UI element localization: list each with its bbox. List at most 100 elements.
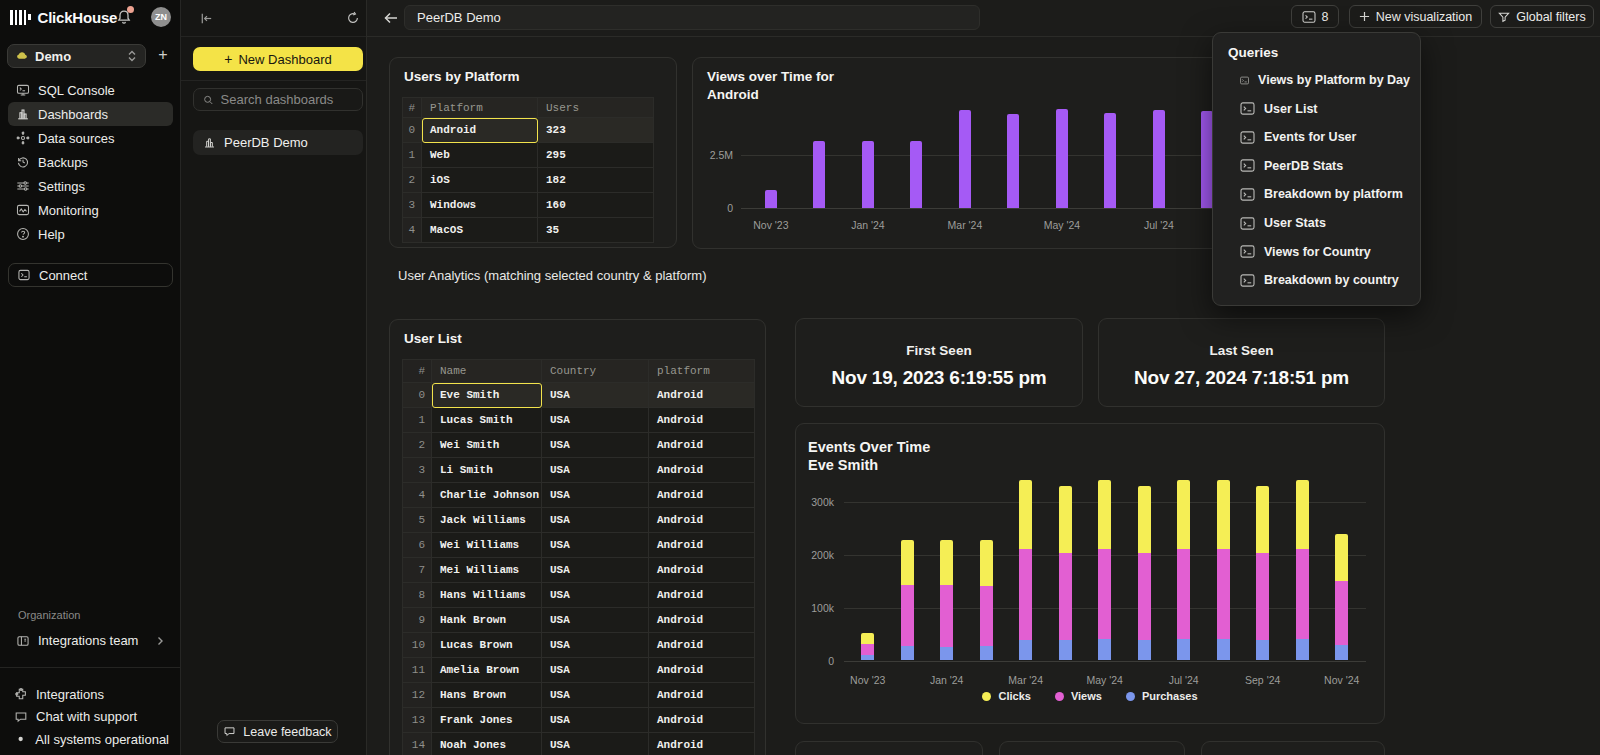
new-visualization-button[interactable]: New visualization bbox=[1349, 5, 1482, 28]
global-filters-button[interactable]: Global filters bbox=[1490, 5, 1594, 28]
sidebar-item-chat-support[interactable]: Chat with support bbox=[8, 706, 175, 729]
queries-menu-item[interactable]: Views by Platform by Day bbox=[1213, 66, 1420, 94]
table-cell[interactable]: Android bbox=[649, 533, 755, 558]
table-cell[interactable]: 3 bbox=[402, 458, 432, 483]
table-cell[interactable]: 1 bbox=[402, 143, 422, 168]
table-cell[interactable]: 7 bbox=[402, 558, 432, 583]
queries-count-button[interactable]: 8 bbox=[1291, 5, 1339, 28]
organization-team-item[interactable]: Integrations team bbox=[8, 629, 173, 652]
sidebar-item-system-status[interactable]: All systems operational bbox=[8, 728, 175, 751]
queries-menu-item[interactable]: Breakdown by country bbox=[1213, 266, 1420, 294]
add-workspace-button[interactable]: + bbox=[153, 45, 173, 65]
table-cell[interactable]: USA bbox=[542, 408, 649, 433]
table-cell[interactable]: Frank Jones bbox=[432, 708, 542, 733]
table-cell[interactable]: Android bbox=[649, 483, 755, 508]
table-cell[interactable]: Android bbox=[649, 683, 755, 708]
table-cell[interactable]: USA bbox=[542, 458, 649, 483]
table-cell[interactable]: 9 bbox=[402, 608, 432, 633]
table-cell[interactable]: 0 bbox=[402, 118, 422, 143]
sidebar-item-integrations[interactable]: Integrations bbox=[8, 683, 175, 706]
table-cell[interactable]: USA bbox=[542, 633, 649, 658]
table-cell[interactable]: 10 bbox=[402, 633, 432, 658]
table-cell[interactable]: Wei Williams bbox=[432, 533, 542, 558]
leave-feedback-button[interactable]: Leave feedback bbox=[217, 720, 338, 743]
table-cell[interactable]: USA bbox=[542, 533, 649, 558]
search-dashboards-input[interactable] bbox=[221, 92, 353, 107]
table-cell[interactable]: Wei Smith bbox=[432, 433, 542, 458]
table-cell[interactable]: MacOS bbox=[422, 218, 538, 243]
table-cell[interactable]: Android bbox=[649, 708, 755, 733]
table-cell[interactable]: Android bbox=[649, 558, 755, 583]
table-cell[interactable]: 2 bbox=[402, 168, 422, 193]
table-cell[interactable]: Amelia Brown bbox=[432, 658, 542, 683]
table-cell[interactable]: 4 bbox=[402, 483, 432, 508]
table-cell[interactable]: Lucas Smith bbox=[432, 408, 542, 433]
table-cell[interactable]: USA bbox=[542, 558, 649, 583]
dashboard-title-input[interactable] bbox=[404, 5, 980, 30]
table-cell[interactable]: Windows bbox=[422, 193, 538, 218]
table-cell[interactable]: 8 bbox=[402, 583, 432, 608]
table-cell[interactable]: Hank Brown bbox=[432, 608, 542, 633]
table-cell[interactable]: Android bbox=[649, 658, 755, 683]
table-cell[interactable]: Hans Brown bbox=[432, 683, 542, 708]
queries-menu-item[interactable]: Views for Country bbox=[1213, 238, 1420, 266]
sidebar-item-sql-console[interactable]: SQL Console bbox=[8, 78, 173, 102]
sidebar-item-settings[interactable]: Settings bbox=[8, 174, 173, 198]
table-cell[interactable]: 160 bbox=[538, 193, 654, 218]
table-cell[interactable]: 6 bbox=[402, 533, 432, 558]
table-cell[interactable]: 3 bbox=[402, 193, 422, 218]
table-cell[interactable]: USA bbox=[542, 683, 649, 708]
table-cell[interactable]: 323 bbox=[538, 118, 654, 143]
table-cell[interactable]: USA bbox=[542, 658, 649, 683]
table-cell[interactable]: 4 bbox=[402, 218, 422, 243]
table-cell[interactable]: USA bbox=[542, 433, 649, 458]
table-cell[interactable]: Eve Smith bbox=[432, 383, 542, 408]
table-cell[interactable]: Android bbox=[649, 508, 755, 533]
table-cell[interactable]: Charlie Johnson bbox=[432, 483, 542, 508]
table-cell[interactable]: Android bbox=[649, 458, 755, 483]
table-cell[interactable]: USA bbox=[542, 483, 649, 508]
table-cell[interactable]: Lucas Brown bbox=[432, 633, 542, 658]
table-cell[interactable]: Mei Williams bbox=[432, 558, 542, 583]
dashboard-list-item[interactable]: PeerDB Demo bbox=[193, 130, 363, 155]
table-cell[interactable]: USA bbox=[542, 583, 649, 608]
table-cell[interactable]: Hans Williams bbox=[432, 583, 542, 608]
table-cell[interactable]: Android bbox=[649, 383, 755, 408]
table-cell[interactable]: 13 bbox=[402, 708, 432, 733]
table-cell[interactable]: USA bbox=[542, 733, 649, 755]
table-cell[interactable]: 2 bbox=[402, 433, 432, 458]
table-cell[interactable]: 35 bbox=[538, 218, 654, 243]
table-cell[interactable]: 11 bbox=[402, 658, 432, 683]
queries-menu-item[interactable]: User List bbox=[1213, 95, 1420, 123]
table-cell[interactable]: Li Smith bbox=[432, 458, 542, 483]
sidebar-item-help[interactable]: Help bbox=[8, 222, 173, 246]
table-cell[interactable]: 0 bbox=[402, 383, 432, 408]
table-cell[interactable]: USA bbox=[542, 708, 649, 733]
table-cell[interactable]: USA bbox=[542, 608, 649, 633]
collapse-panel-icon[interactable] bbox=[197, 9, 215, 27]
queries-menu-item[interactable]: Breakdown by platform bbox=[1213, 180, 1420, 208]
table-cell[interactable]: Jack Williams bbox=[432, 508, 542, 533]
table-cell[interactable]: 295 bbox=[538, 143, 654, 168]
sidebar-item-monitoring[interactable]: Monitoring bbox=[8, 198, 173, 222]
table-cell[interactable]: Android bbox=[422, 118, 538, 143]
table-cell[interactable]: Noah Jones bbox=[432, 733, 542, 755]
sidebar-item-dashboards[interactable]: Dashboards bbox=[8, 102, 173, 126]
legend-item[interactable]: Views bbox=[1055, 690, 1102, 702]
new-dashboard-button[interactable]: + New Dashboard bbox=[193, 47, 363, 71]
table-cell[interactable]: 182 bbox=[538, 168, 654, 193]
table-cell[interactable]: 5 bbox=[402, 508, 432, 533]
table-cell[interactable]: Android bbox=[649, 408, 755, 433]
table-cell[interactable]: 1 bbox=[402, 408, 432, 433]
legend-item[interactable]: Clicks bbox=[982, 690, 1030, 702]
table-cell[interactable]: Web bbox=[422, 143, 538, 168]
workspace-select[interactable]: Demo bbox=[7, 44, 146, 68]
connect-button[interactable]: Connect bbox=[8, 263, 173, 287]
table-cell[interactable]: Android bbox=[649, 583, 755, 608]
table-cell[interactable]: USA bbox=[542, 383, 649, 408]
avatar[interactable]: ZN bbox=[151, 7, 171, 27]
table-cell[interactable]: Android bbox=[649, 633, 755, 658]
sidebar-item-data-sources[interactable]: Data sources bbox=[8, 126, 173, 150]
table-cell[interactable]: 12 bbox=[402, 683, 432, 708]
refresh-icon[interactable] bbox=[344, 9, 362, 27]
